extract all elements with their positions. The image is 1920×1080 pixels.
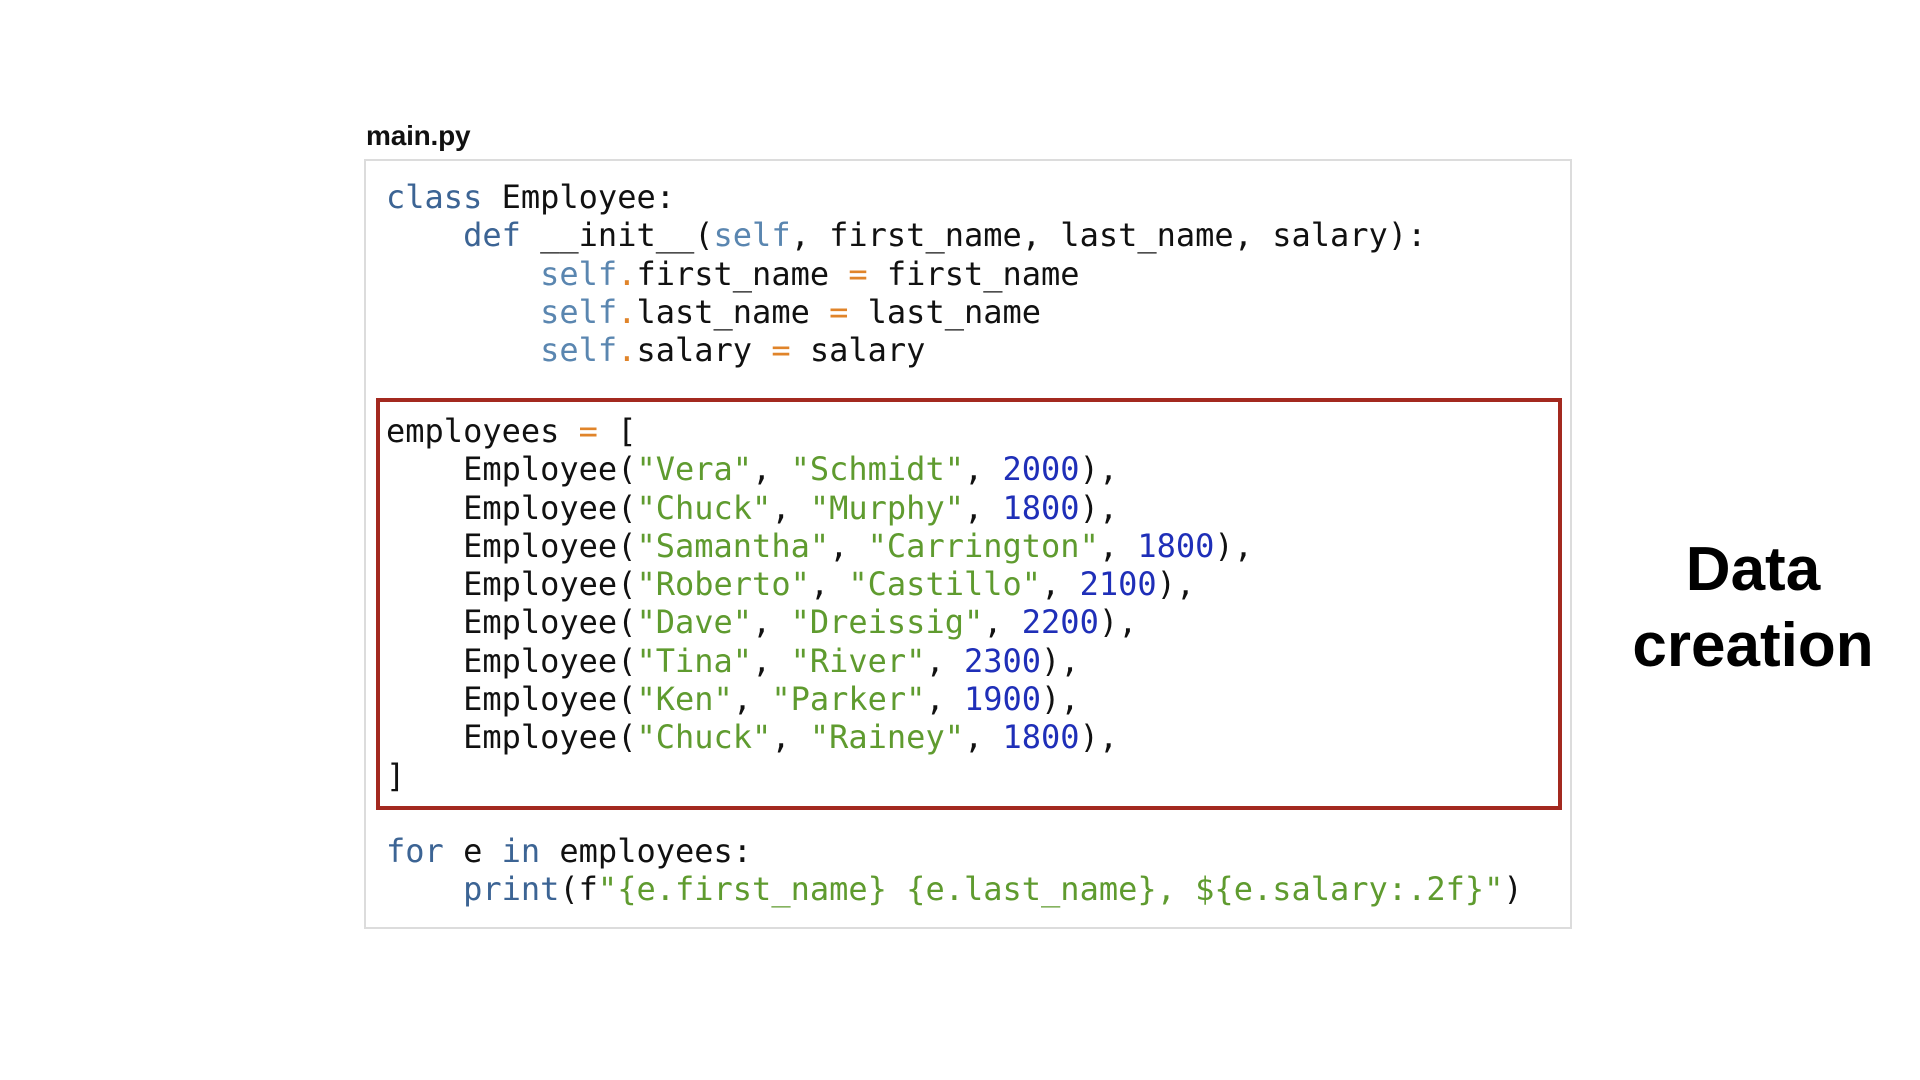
side-label-line1: Data (1685, 535, 1821, 604)
keyword-for: for (386, 832, 444, 870)
attr-line-salary: self.salary = salary (540, 331, 926, 370)
employee-row: Employee("Vera", "Schmidt", 2000), (463, 450, 1119, 489)
keyword-print: print (463, 870, 560, 909)
class-name: Employee: (482, 178, 675, 216)
class-line: class Employee: (386, 178, 1426, 216)
for-line: for e in employees: (386, 832, 753, 870)
init-def-line: def __init__(self, first_name, last_name… (386, 216, 1426, 254)
employee-row: Employee("Chuck", "Murphy", 1800), (463, 488, 1119, 527)
fstring-literal: "{e.first_name} {e.last_name}, ${e.salar… (597, 870, 1504, 909)
keyword-in: in (501, 832, 541, 870)
init-signature-start: __init__( (520, 216, 714, 255)
file-name-label: main.py (366, 120, 471, 151)
employee-row: Employee("Ken", "Parker", 1900), (463, 680, 1080, 719)
employee-row: Employee("Chuck", "Rainey", 1800), (463, 718, 1119, 757)
side-label-line2: creation (1632, 611, 1874, 680)
print-loop-block: for e in employees: print(f"{e.first_nam… (386, 832, 1523, 909)
employee-row: Employee("Dave", "Dreissig", 2200), (463, 603, 1138, 642)
keyword-def: def (463, 216, 521, 255)
self-param: self (713, 216, 791, 255)
print-line: print(f"{e.first_name} {e.last_name}, ${… (463, 870, 1523, 909)
class-definition-block: class Employee: def __init__(self, first… (386, 178, 1426, 369)
attr-line-first-name: self.first_name = first_name (540, 254, 1080, 293)
employees-open-line: employees = [ (386, 412, 637, 450)
employee-row: Employee("Samantha", "Carrington", 1800)… (463, 526, 1253, 565)
employees-close-line: ] (386, 756, 406, 795)
employee-row: Employee("Roberto", "Castillo", 2100), (463, 565, 1196, 604)
attr-line-last-name: self.last_name = last_name (540, 292, 1042, 331)
init-params: , first_name, last_name, salary): (790, 216, 1427, 255)
keyword-class: class (386, 178, 483, 216)
data-creation-label: Data creation (1608, 532, 1898, 684)
employees-list-block: employees = [ Employee("Vera", "Schmidt"… (386, 412, 1253, 795)
employee-row: Employee("Tina", "River", 2300), (463, 641, 1080, 680)
